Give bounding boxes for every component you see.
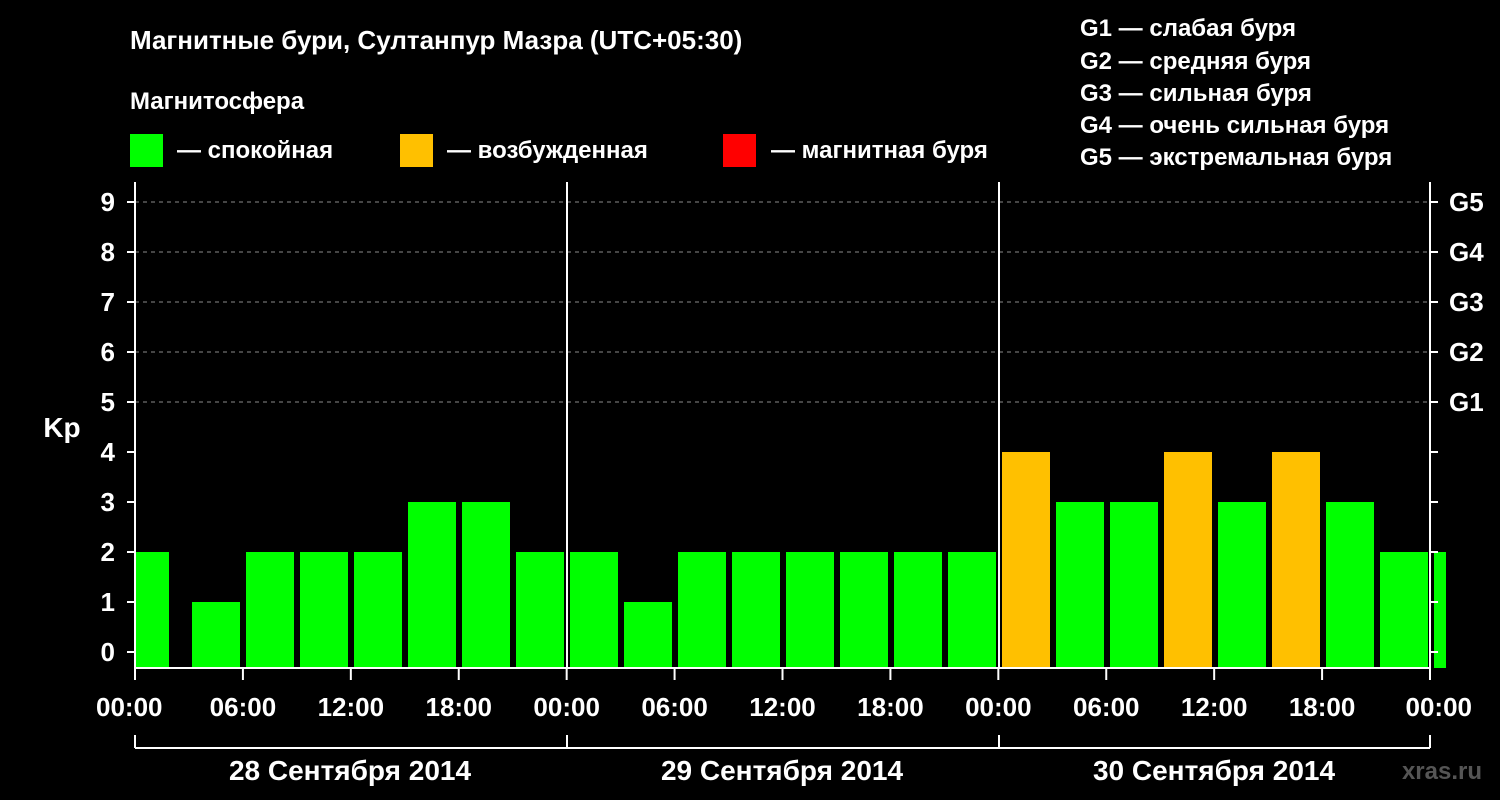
y-tick-label-5: 5 bbox=[101, 387, 115, 417]
x-tick-label-10: 12:00 bbox=[1181, 692, 1248, 722]
bar-8 bbox=[570, 552, 618, 668]
bar-5 bbox=[408, 502, 456, 668]
g-legend-5: G5 — экстремальная буря bbox=[1080, 144, 1392, 171]
legend-label-active: — возбужденная bbox=[447, 137, 648, 164]
bar-14 bbox=[894, 552, 942, 668]
x-tick-label-11: 18:00 bbox=[1289, 692, 1356, 722]
x-tick-label-8: 00:00 bbox=[965, 692, 1032, 722]
day-label-1: 28 Сентября 2014 bbox=[229, 755, 472, 786]
chart-title: Магнитные бури, Султанпур Мазра (UTC+05:… bbox=[130, 25, 742, 55]
day-labels: 28 Сентября 2014 29 Сентября 2014 30 Сен… bbox=[229, 755, 1336, 786]
bar-15 bbox=[948, 552, 996, 668]
day-label-2: 29 Сентября 2014 bbox=[661, 755, 904, 786]
bar-13 bbox=[840, 552, 888, 668]
kp-chart: Магнитные бури, Султанпур Мазра (UTC+05:… bbox=[0, 0, 1500, 800]
bar-18 bbox=[1110, 502, 1158, 668]
y-tick-label-4: 4 bbox=[101, 437, 116, 467]
watermark: xras.ru bbox=[1402, 758, 1482, 785]
bar-3 bbox=[300, 552, 348, 668]
legend-label-quiet: — спокойная bbox=[177, 137, 333, 164]
legend-swatch-active bbox=[400, 134, 433, 167]
g-legend-3: G3 — сильная буря bbox=[1080, 80, 1312, 107]
legend-title: Магнитосфера bbox=[130, 88, 305, 115]
bar-17 bbox=[1056, 502, 1104, 668]
y-tick-label-0: 0 bbox=[101, 637, 115, 667]
y-tick-label-3: 3 bbox=[101, 487, 115, 517]
x-tick-label-1: 06:00 bbox=[210, 692, 277, 722]
bar-16 bbox=[1002, 452, 1050, 668]
x-tick-label-2: 12:00 bbox=[318, 692, 385, 722]
y-axis-label: Kp bbox=[43, 412, 80, 443]
g-scale-label-2: G2 bbox=[1449, 337, 1484, 367]
bar-12 bbox=[786, 552, 834, 668]
bar-4 bbox=[354, 552, 402, 668]
y-tick-label-6: 6 bbox=[101, 337, 115, 367]
bar-22 bbox=[1326, 502, 1374, 668]
bar-0 bbox=[136, 552, 169, 668]
legend-items: — спокойная — возбужденная — магнитная б… bbox=[130, 134, 988, 167]
bar-11 bbox=[732, 552, 780, 668]
x-tick-label-4: 00:00 bbox=[533, 692, 600, 722]
g-scale-label-5: G5 bbox=[1449, 187, 1484, 217]
bar-1 bbox=[192, 602, 240, 668]
bar-7 bbox=[516, 552, 564, 668]
x-tick-label-9: 06:00 bbox=[1073, 692, 1140, 722]
bar-10 bbox=[678, 552, 726, 668]
bar-23 bbox=[1380, 552, 1428, 668]
g-scale-label-1: G1 bbox=[1449, 387, 1484, 417]
x-tick-label-3: 18:00 bbox=[426, 692, 493, 722]
bar-2 bbox=[246, 552, 294, 668]
g-scale-label-4: G4 bbox=[1449, 237, 1484, 267]
bar-24 bbox=[1434, 552, 1446, 668]
legend-label-storm: — магнитная буря bbox=[771, 137, 988, 164]
bar-20 bbox=[1218, 502, 1266, 668]
legend-swatch-storm bbox=[723, 134, 756, 167]
x-tick-label-7: 18:00 bbox=[857, 692, 924, 722]
day-label-3: 30 Сентября 2014 bbox=[1093, 755, 1336, 786]
y-tick-label-8: 8 bbox=[101, 237, 115, 267]
y-tick-label-2: 2 bbox=[101, 537, 115, 567]
bar-19 bbox=[1164, 452, 1212, 668]
y-tick-label-7: 7 bbox=[101, 287, 115, 317]
x-tick-label-6: 12:00 bbox=[749, 692, 816, 722]
g-legend-1: G1 — слабая буря bbox=[1080, 15, 1296, 42]
x-tick-label-0: 00:00 bbox=[96, 692, 163, 722]
g-legend-4: G4 — очень сильная буря bbox=[1080, 112, 1389, 139]
y-tick-label-1: 1 bbox=[101, 587, 115, 617]
x-tick-label-12: 00:00 bbox=[1406, 692, 1473, 722]
bar-9 bbox=[624, 602, 672, 668]
bar-6 bbox=[462, 502, 510, 668]
x-tick-label-5: 06:00 bbox=[641, 692, 708, 722]
legend-swatch-quiet bbox=[130, 134, 163, 167]
g-legend-2: G2 — средняя буря bbox=[1080, 48, 1311, 75]
y-tick-label-9: 9 bbox=[101, 187, 115, 217]
bar-21 bbox=[1272, 452, 1320, 668]
g-scale-label-3: G3 bbox=[1449, 287, 1484, 317]
